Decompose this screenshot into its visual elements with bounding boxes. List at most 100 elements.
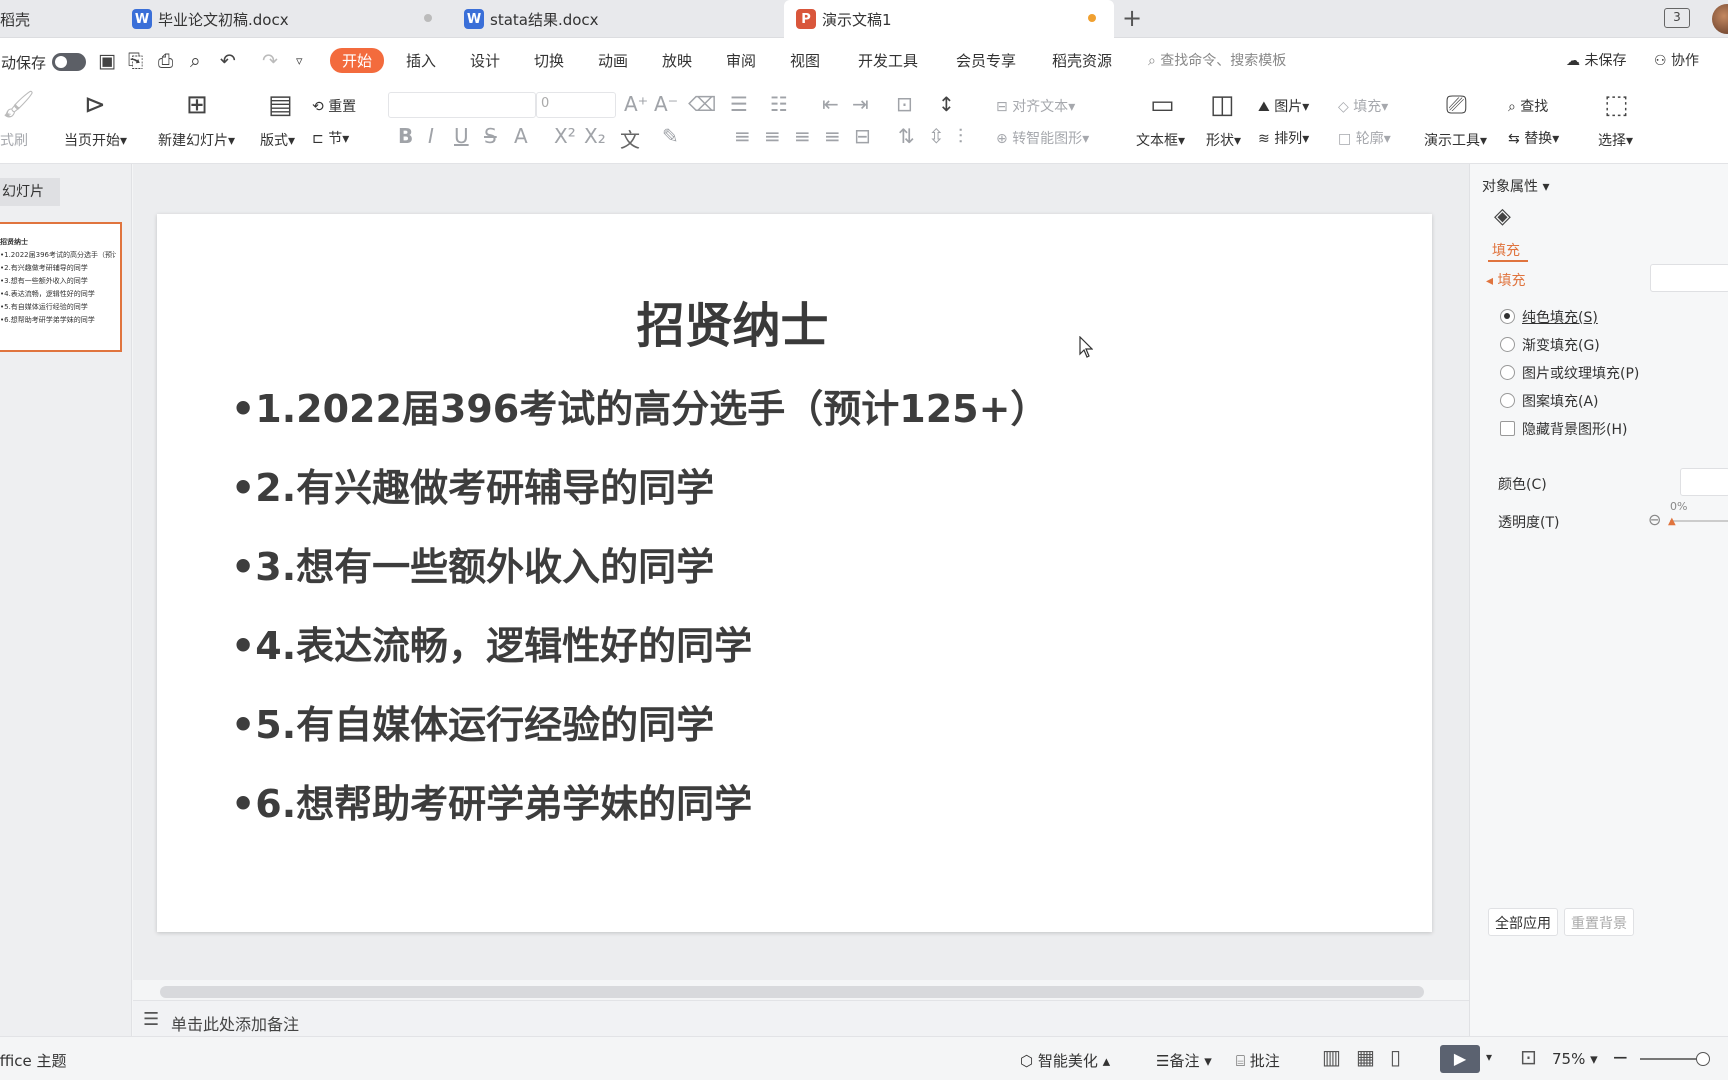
horizontal-scrollbar[interactable] — [160, 986, 1424, 998]
collab-button[interactable]: ⚇ 协作 — [1654, 50, 1699, 70]
fill-section-toggle[interactable]: ◂ 填充 — [1486, 270, 1525, 290]
distribute-icon[interactable]: ⊟ — [854, 124, 871, 148]
format-brush-icon[interactable]: 🖌 — [2, 90, 35, 120]
notes-placeholder[interactable]: 单击此处添加备注 — [171, 1011, 299, 1035]
format-brush-label[interactable]: 格式刷 — [0, 130, 28, 150]
user-avatar[interactable] — [1712, 4, 1728, 34]
presenter-tools-icon[interactable]: ⎚ — [1446, 90, 1467, 121]
redo-icon[interactable]: ↷ — [262, 50, 278, 72]
paragraph-spacing-icon[interactable]: ⇳ — [928, 124, 945, 148]
color-picker[interactable] — [1680, 468, 1728, 496]
reset-button[interactable]: ⟲ 重置 — [312, 96, 356, 116]
bold-icon[interactable]: B — [398, 124, 413, 148]
align-text-button[interactable]: ⊟ 对齐文本▾ — [996, 96, 1075, 116]
slide-bullet-4[interactable]: •4.表达流畅，逻辑性好的同学 — [231, 615, 752, 670]
comments-button[interactable]: ⌸ 批注 — [1236, 1050, 1280, 1071]
gradient-fill-label[interactable]: 渐变填充(G) — [1522, 335, 1600, 355]
play-slideshow-button[interactable]: ▶ — [1440, 1045, 1480, 1073]
fill-button[interactable]: ◇ 填充▾ — [1338, 96, 1388, 116]
underline-icon[interactable]: U — [454, 124, 469, 148]
character-spacing-icon[interactable]: 文 — [620, 124, 640, 153]
undo-icon[interactable]: ↶ — [220, 50, 236, 72]
slide-title[interactable]: 招贤纳士 — [95, 286, 1370, 356]
tab-stata-results[interactable]: W stata结果.docx — [452, 0, 782, 38]
reading-view-icon[interactable]: ▯ — [1390, 1045, 1401, 1069]
apply-all-button[interactable]: 全部应用 — [1488, 908, 1558, 936]
slide-bullet-6[interactable]: •6.想帮助考研学弟学妹的同学 — [231, 773, 752, 828]
increase-indent-icon[interactable]: ⇥ — [852, 92, 869, 116]
unsaved-status[interactable]: ☁ 未保存 — [1566, 50, 1626, 70]
decrease-font-icon[interactable]: A⁻ — [654, 92, 678, 116]
arrange-button[interactable]: ≋ 排列▾ — [1258, 128, 1309, 148]
theme-name[interactable]: Office 主题 — [0, 1050, 67, 1071]
shape-button[interactable]: 形状▾ — [1206, 130, 1241, 150]
normal-view-icon[interactable]: ▥ — [1322, 1045, 1341, 1069]
fit-window-icon[interactable]: ⊡ — [1520, 1045, 1537, 1069]
column-spacing-icon[interactable]: ⇅ — [898, 124, 915, 148]
export-pdf-icon[interactable]: ⎘ — [128, 50, 143, 72]
align-right-icon[interactable]: ≡ — [794, 124, 811, 148]
tab-docer[interactable]: 稻壳 — [0, 0, 116, 38]
solid-fill-radio[interactable] — [1500, 309, 1515, 324]
line-spacing-icon[interactable]: ↕ — [938, 92, 955, 116]
text-direction-icon[interactable]: ⊡ — [896, 92, 913, 116]
italic-icon[interactable]: I — [428, 124, 434, 148]
new-slide-button[interactable]: 新建幻灯片▾ — [158, 130, 235, 150]
find-button[interactable]: ⌕ 查找 — [1508, 96, 1548, 116]
new-tab-plus-icon[interactable]: + — [1118, 4, 1146, 32]
new-slide-icon[interactable]: ⊞ — [186, 90, 208, 120]
solid-fill-label[interactable]: 纯色填充(S) — [1522, 307, 1598, 327]
picture-fill-label[interactable]: 图片或纹理填充(P) — [1522, 363, 1639, 383]
increase-font-icon[interactable]: A⁺ — [624, 92, 648, 116]
shape-icon[interactable]: ◫ — [1210, 90, 1235, 120]
layout-icon[interactable]: ▤ — [268, 90, 293, 120]
print-preview-icon[interactable]: ⌕ — [190, 50, 201, 72]
smart-beautify-button[interactable]: ⬡ 智能美化 ▴ — [1020, 1050, 1110, 1071]
columns-icon[interactable]: ⫶ — [958, 124, 963, 148]
superscript-icon[interactable]: X² — [554, 124, 576, 148]
menu-animation[interactable]: 动画 — [598, 50, 628, 71]
smartart-button[interactable]: ⊕ 转智能图形▾ — [996, 128, 1089, 148]
menu-docer-resources[interactable]: 稻壳资源 — [1052, 50, 1112, 71]
slide-bullet-2[interactable]: •2.有兴趣做考研辅导的同学 — [231, 457, 714, 512]
zoom-level[interactable]: 75% ▾ — [1552, 1050, 1598, 1068]
play-current-button[interactable]: 当页开始▾ — [64, 130, 127, 150]
menu-design[interactable]: 设计 — [470, 50, 500, 71]
notes-toggle-button[interactable]: ☰备注 ▾ — [1156, 1050, 1212, 1071]
menu-developer[interactable]: 开发工具 — [858, 50, 918, 71]
play-circle-icon[interactable]: ⊳ — [84, 90, 106, 120]
notes-bar[interactable]: ☰ 单击此处添加备注 — [133, 1000, 1469, 1038]
bullet-list-icon[interactable]: ☰ — [730, 92, 748, 116]
slide-sorter-icon[interactable]: ▦ — [1356, 1045, 1375, 1069]
print-icon[interactable]: ⎙ — [158, 50, 173, 72]
slide-bullet-3[interactable]: •3.想有一些额外收入的同学 — [231, 536, 714, 591]
numbered-list-icon[interactable]: ☷ — [770, 92, 788, 116]
zoom-out-icon[interactable]: − — [1612, 1045, 1629, 1069]
hide-background-checkbox[interactable] — [1500, 421, 1515, 436]
menu-home[interactable]: 开始 — [330, 48, 385, 73]
window-count-badge[interactable]: 3 — [1664, 8, 1690, 28]
gradient-fill-radio[interactable] — [1500, 337, 1515, 352]
command-search[interactable]: ⌕ 查找命令、搜索模板 — [1148, 50, 1286, 70]
replace-button[interactable]: ⇆ 替换▾ — [1508, 128, 1559, 148]
slide-bullet-1[interactable]: •1.2022届396考试的高分选手（预计125+） — [231, 378, 1048, 433]
fill-tab[interactable]: 填充 — [1492, 240, 1520, 260]
properties-header[interactable]: 对象属性 ▾ — [1482, 176, 1549, 196]
font-size-select[interactable]: 0 — [536, 92, 616, 118]
transparency-slider-handle[interactable]: ▲ — [1668, 516, 1676, 527]
outline-button[interactable]: □ 轮廓▾ — [1338, 128, 1391, 148]
fill-bucket-icon[interactable]: ◈ — [1494, 204, 1511, 229]
autosave-toggle[interactable] — [52, 53, 86, 71]
select-icon[interactable]: ⬚ — [1604, 90, 1629, 120]
reset-background-button[interactable]: 重置背景 — [1564, 908, 1634, 936]
slide-1[interactable]: 招贤纳士 •1.2022届396考试的高分选手（预计125+） •2.有兴趣做考… — [157, 214, 1432, 932]
justify-icon[interactable]: ≡ — [824, 124, 841, 148]
align-left-icon[interactable]: ≡ — [734, 124, 751, 148]
textbox-button[interactable]: 文本框▾ — [1136, 130, 1185, 150]
tab-thesis-draft[interactable]: W 毕业论文初稿.docx — [120, 0, 450, 38]
select-button[interactable]: 选择▾ — [1598, 130, 1633, 150]
font-family-select[interactable] — [388, 92, 536, 118]
pattern-fill-radio[interactable] — [1500, 393, 1515, 408]
customize-quick-access-icon[interactable]: ▿ — [296, 54, 303, 69]
section-button[interactable]: ⊏ 节▾ — [312, 128, 349, 148]
